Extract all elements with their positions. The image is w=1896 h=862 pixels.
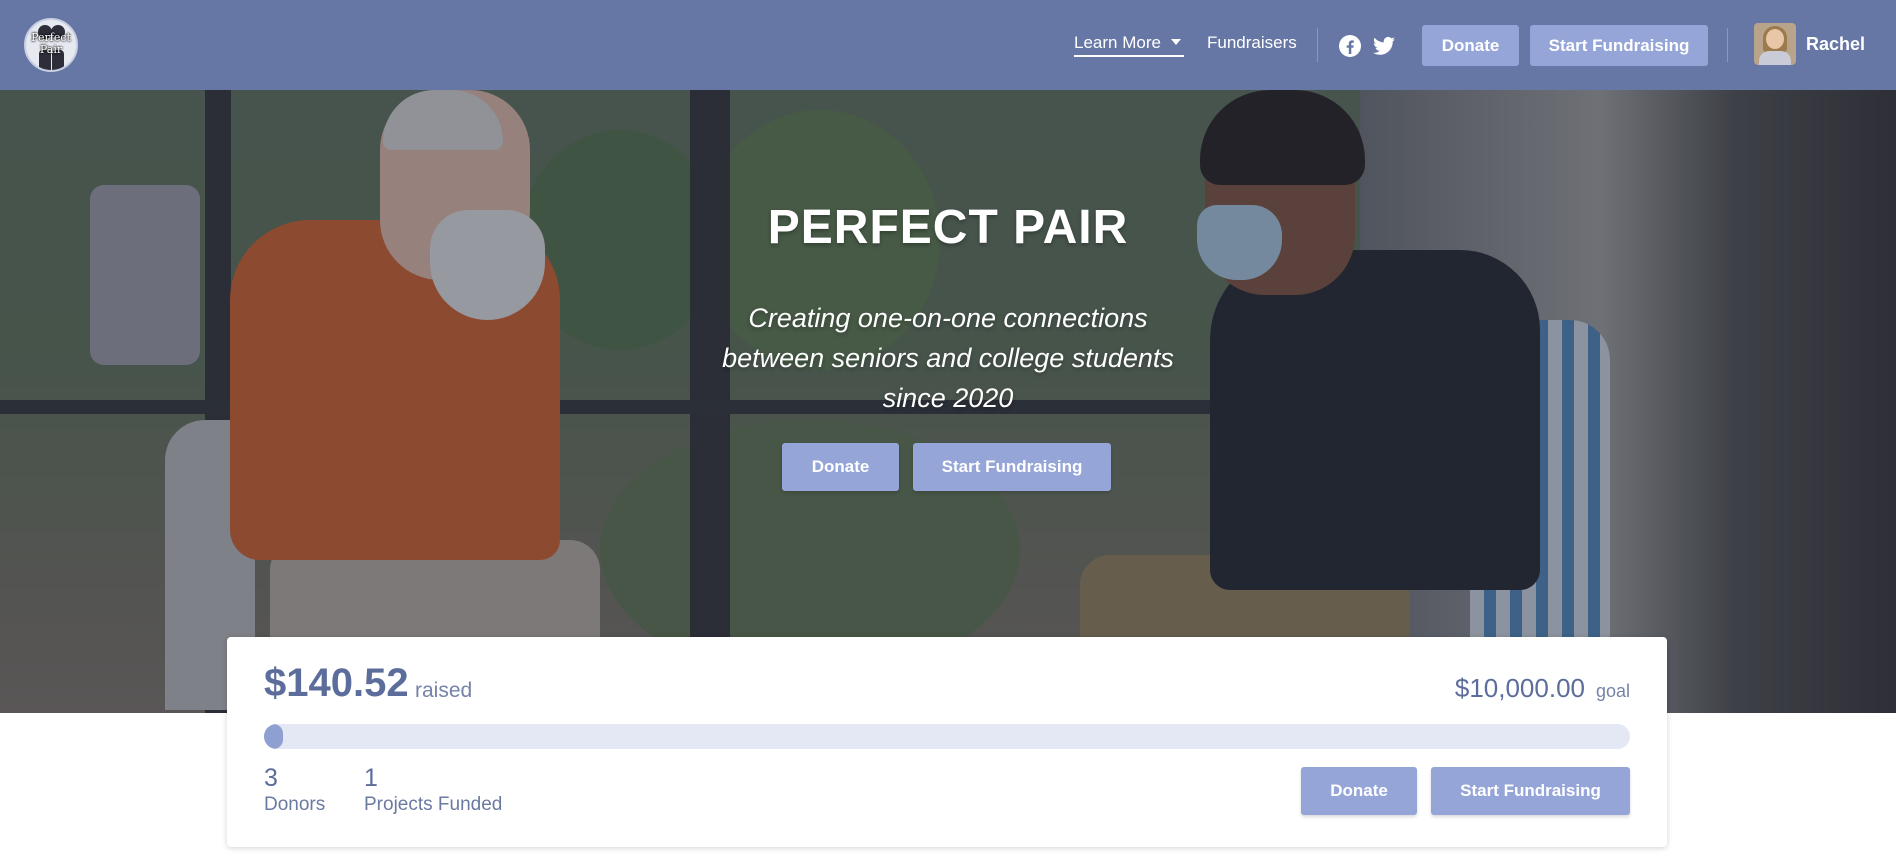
user-name[interactable]: Rachel: [1806, 34, 1865, 55]
goal-amount: $10,000.00: [1454, 673, 1585, 703]
chevron-down-icon: [1170, 39, 1181, 45]
raised-amount: $140.52: [264, 661, 409, 705]
hero-banner: PERFECT PAIR Creating one-on-one connect…: [0, 90, 1896, 713]
nav-fundraisers[interactable]: Fundraisers: [1207, 33, 1297, 53]
header-divider: [1317, 28, 1318, 62]
progress-bar-fill: [264, 724, 284, 749]
goal-label: goal: [1595, 681, 1630, 701]
logo-text: Perfect Pair: [31, 31, 71, 56]
hero-subtitle: Creating one-on-one connections between …: [722, 303, 1174, 413]
donors-count: 3: [264, 764, 278, 792]
avatar-shirt: [1759, 51, 1791, 65]
site-header: Perfect Pair Learn More Fundraisers Dona…: [0, 0, 1896, 90]
header-divider: [1727, 28, 1728, 62]
hero-start-fundraising-button[interactable]: Start Fundraising: [913, 443, 1111, 491]
header-donate-button[interactable]: Donate: [1422, 25, 1519, 66]
perfect-pair-logo[interactable]: Perfect Pair: [24, 18, 78, 72]
projects-funded-count: 1: [364, 764, 378, 792]
nav-learn-more-label: Learn More: [1074, 33, 1161, 52]
donors-label: Donors: [264, 794, 326, 815]
facebook-icon[interactable]: [1338, 34, 1362, 58]
card-start-fundraising-button[interactable]: Start Fundraising: [1431, 767, 1630, 815]
user-avatar[interactable]: [1754, 23, 1796, 65]
progress-bar: [264, 724, 1630, 749]
twitter-icon[interactable]: [1372, 34, 1396, 58]
fundraising-progress-card: $140.52 raised $10,000.00 goal 3 Donors …: [227, 637, 1667, 847]
hero-donate-button[interactable]: Donate: [782, 443, 899, 491]
header-start-fundraising-button[interactable]: Start Fundraising: [1530, 25, 1708, 66]
nav-learn-more[interactable]: Learn More: [1074, 33, 1184, 57]
card-donate-button[interactable]: Donate: [1301, 767, 1417, 815]
avatar-face: [1766, 29, 1784, 49]
raised-label: raised: [415, 679, 473, 702]
hero-title: PERFECT PAIR: [767, 201, 1129, 254]
projects-funded-label: Projects Funded: [364, 794, 503, 815]
